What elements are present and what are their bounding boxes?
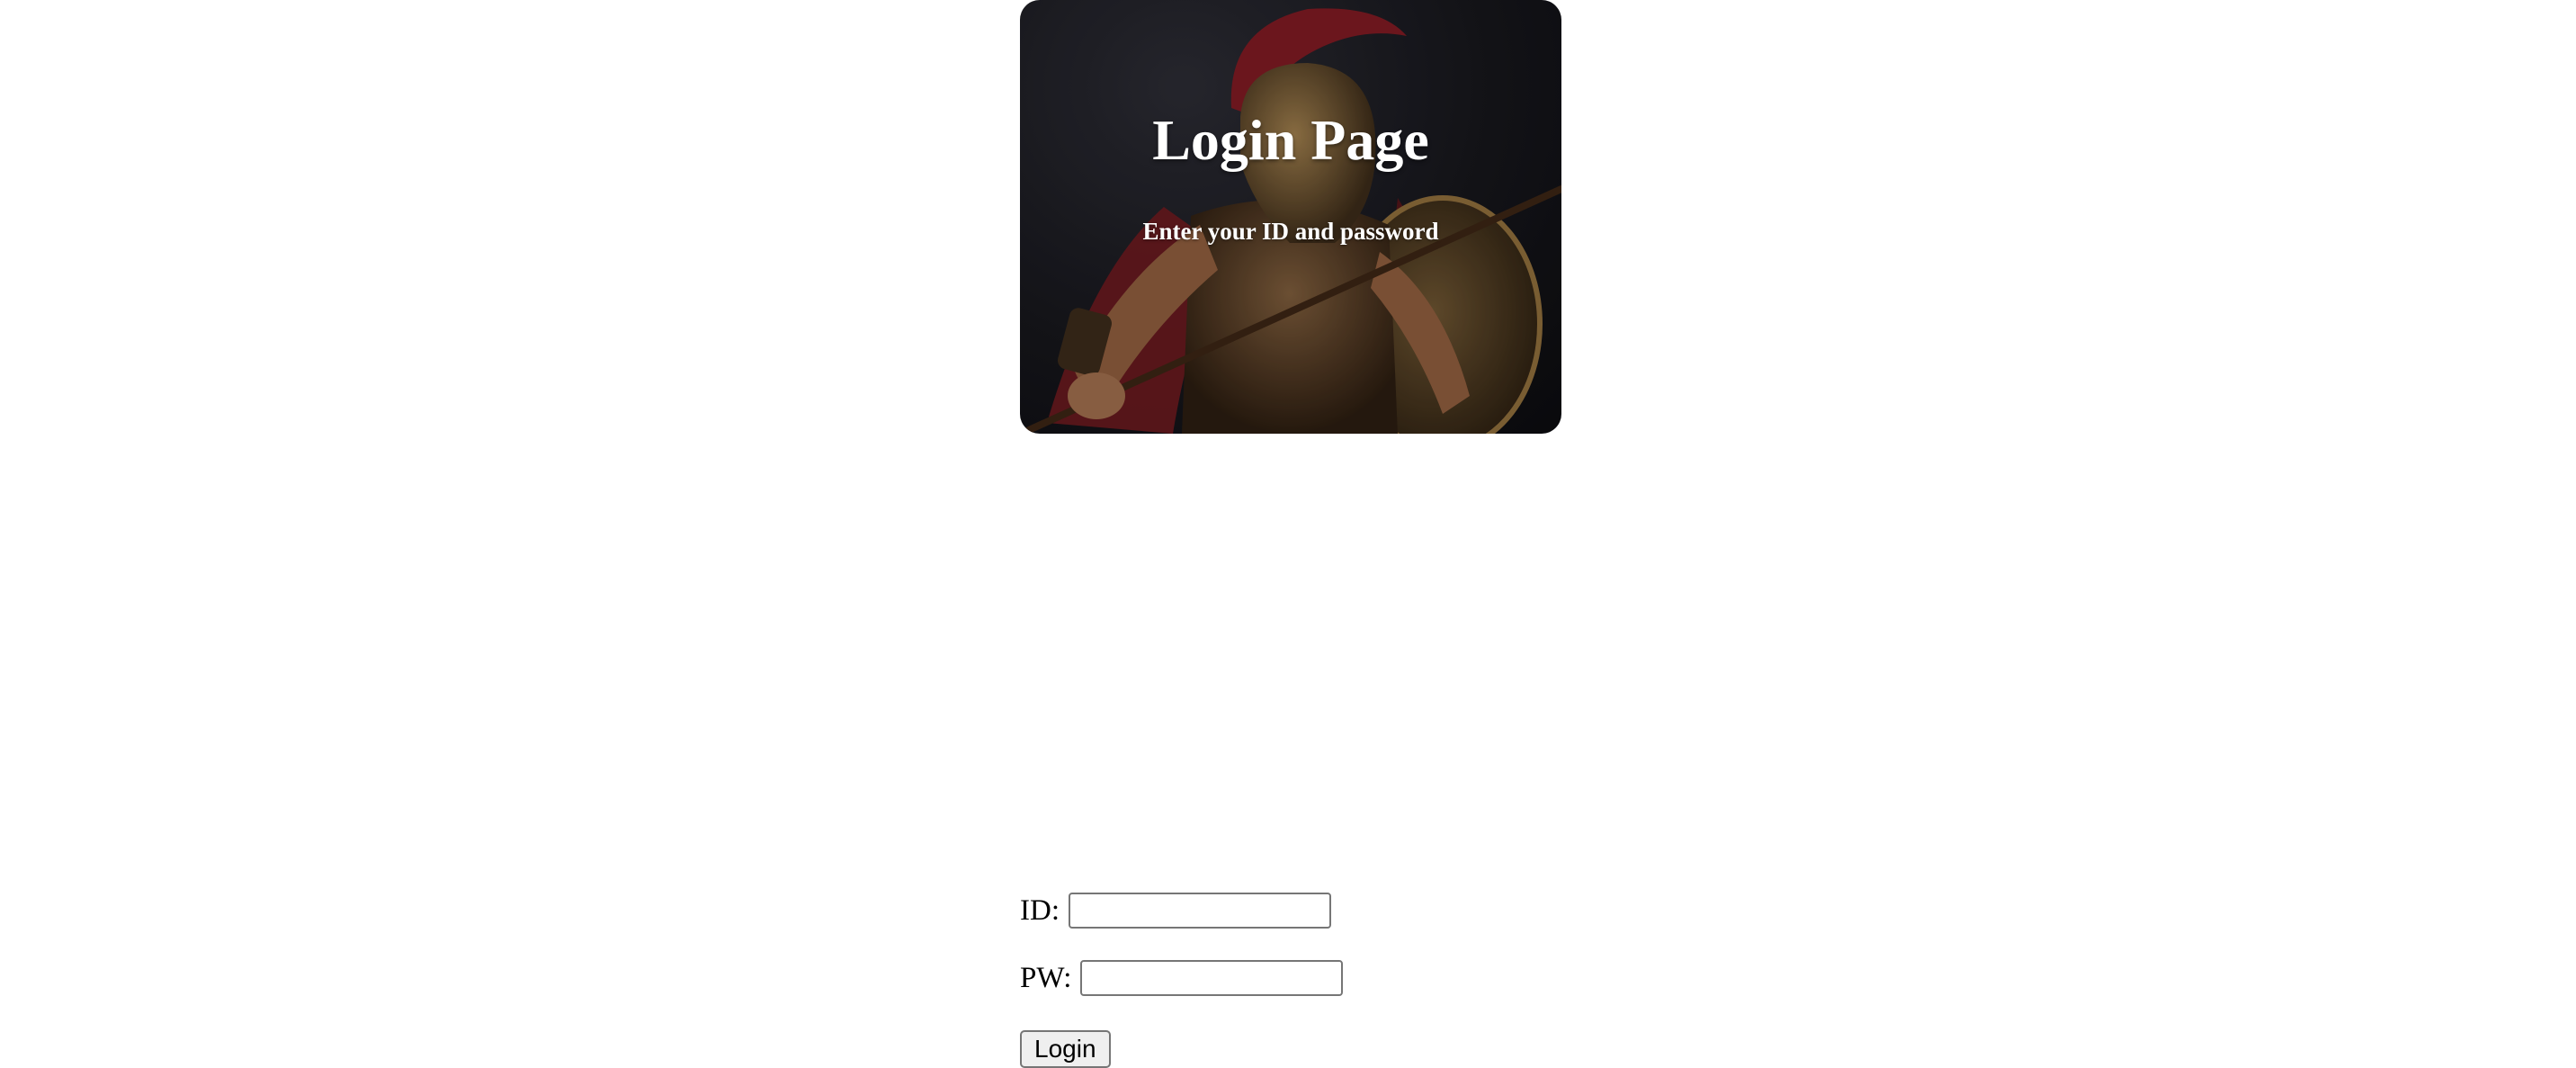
pw-label: PW: — [1020, 961, 1072, 994]
page-title: Login Page — [1152, 108, 1429, 172]
hero-banner: Login Page Enter your ID and password — [1020, 0, 1561, 434]
login-button[interactable]: Login — [1020, 1030, 1111, 1068]
password-input[interactable] — [1080, 960, 1344, 996]
id-row: ID: — [1020, 893, 1331, 929]
pw-row: PW: — [1020, 960, 1344, 996]
page-subtitle: Enter your ID and password — [1142, 218, 1439, 245]
login-container: Login Page Enter your ID and password ID… — [1020, 0, 1561, 1068]
id-input[interactable] — [1069, 893, 1331, 929]
id-label: ID: — [1020, 893, 1060, 927]
